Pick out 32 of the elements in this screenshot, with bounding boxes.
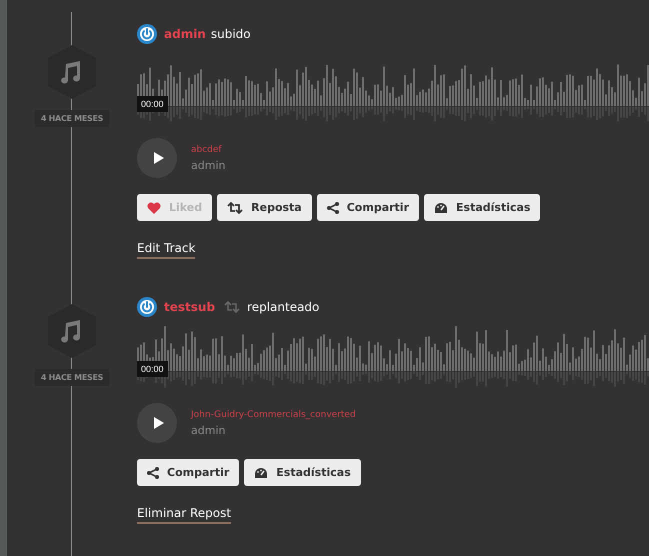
power-icon	[137, 24, 157, 44]
heart-icon	[147, 202, 161, 214]
action-link[interactable]: Eliminar Repost	[137, 506, 232, 524]
play-icon	[154, 152, 164, 164]
activity-text: replanteado	[247, 300, 320, 314]
time-label: 00:00	[137, 96, 168, 112]
action-link[interactable]: Edit Track	[137, 241, 196, 259]
repost-icon	[227, 202, 244, 214]
artist-name: admin	[191, 158, 226, 172]
timeline-node	[48, 304, 96, 358]
share-icon	[326, 202, 339, 214]
repost-icon	[224, 301, 240, 313]
play-button[interactable]	[137, 403, 177, 443]
artist-name: admin	[191, 424, 226, 436]
repost-button[interactable]: Reposta	[217, 194, 312, 221]
date-badge: 4 HACE MESES	[34, 369, 110, 386]
activity-text: subido	[210, 27, 251, 41]
share-icon	[147, 466, 159, 478]
timeline-node	[48, 45, 96, 99]
share-button[interactable]: Compartir	[137, 459, 240, 486]
statistics-button[interactable]: Estadísticas	[424, 194, 540, 221]
power-icon	[137, 297, 157, 317]
date-badge: 4 HACE MESES	[34, 110, 110, 127]
time-label: 00:00	[137, 361, 168, 377]
play-button[interactable]	[137, 138, 177, 178]
play-icon	[154, 417, 164, 429]
statistics-button[interactable]: Estadísticas	[244, 459, 361, 486]
music-note-icon	[61, 320, 80, 342]
gauge-icon	[254, 466, 268, 478]
gauge-icon	[434, 202, 448, 214]
music-note-icon	[61, 61, 80, 84]
share-button[interactable]: Compartir	[316, 194, 420, 221]
